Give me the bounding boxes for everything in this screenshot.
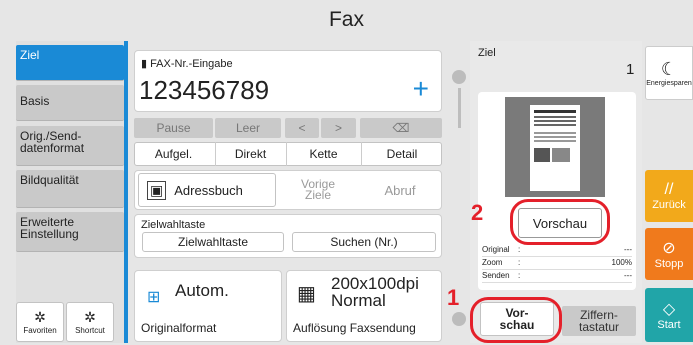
detail-label: Detail (386, 147, 418, 161)
leer-button[interactable]: Leer (215, 118, 281, 138)
ziffern-tastatur-label: Ziffern- tastatur (578, 308, 620, 334)
scroll-down-button[interactable] (452, 312, 466, 326)
vorige-ziele-label: Vorige Ziele (300, 177, 336, 202)
aufloesung-label: Auflösung Faxsendung (293, 321, 416, 335)
info-row-original: Original: --- (482, 244, 632, 257)
fax-number-value: 123456789 (139, 75, 270, 105)
stopp-label: Stopp (654, 258, 684, 270)
favoriten-label: Favoriten (23, 326, 57, 335)
originalformat-value: Autom. (175, 281, 229, 300)
destination-count: 1 (626, 61, 635, 78)
aufloesung-card[interactable]: ▦ 200x100dpi Normal Auflösung Faxsendung (286, 270, 442, 342)
moon-icon: ☾ (660, 59, 678, 79)
page-title: Fax (0, 0, 693, 40)
aufgel-label: Aufgel. (154, 147, 193, 161)
add-icon[interactable]: + (413, 75, 429, 103)
pause-label: Pause (156, 121, 191, 135)
cursor-left-button[interactable]: < (285, 118, 319, 138)
info-value: --- (624, 245, 632, 254)
abruf-button[interactable]: Abruf (362, 173, 438, 207)
pause-button[interactable]: Pause (134, 118, 213, 138)
resolution-icon: ▦ (297, 283, 316, 305)
stop-icon: ⊘ (662, 240, 676, 257)
info-row-senden: Senden: --- (482, 270, 632, 283)
fax-icon: ▮ (141, 58, 148, 70)
tab-basis[interactable]: Basis (16, 85, 124, 121)
favoriten-button[interactable]: ✲ Favoriten (16, 302, 64, 342)
scrollbar-thumb[interactable] (458, 88, 461, 128)
tab-label: Bildqualität (20, 173, 79, 187)
info-key: Original (482, 245, 510, 254)
tab-label: Ziel (20, 48, 40, 62)
info-key: Senden (482, 271, 510, 280)
reset-icon: // (664, 181, 674, 198)
direkt-button[interactable]: Direkt (215, 142, 285, 166)
zielwahltaste-button[interactable]: Zielwahltaste (142, 232, 284, 252)
preview-page-thumbnail (530, 105, 580, 191)
fax-input-heading: ▮ FAX-Nr.-Eingabe (141, 57, 233, 71)
detail-button[interactable]: Detail (361, 142, 442, 166)
scroll-up-button[interactable] (452, 70, 466, 84)
original-size-icon: ⊞ (147, 289, 161, 306)
gear-star-icon: ✲ (34, 309, 46, 325)
callout-number-1: 1 (447, 285, 460, 310)
title-text: Fax (328, 8, 364, 31)
zurueck-button[interactable]: // Zurück (645, 170, 693, 222)
zielwahltaste-label: Zielwahltaste (177, 235, 249, 249)
suchen-nr-button[interactable]: Suchen (Nr.) (292, 232, 436, 252)
chevron-right-icon: > (334, 121, 342, 135)
originalformat-card[interactable]: ⊞ Autom. Originalformat (134, 270, 282, 342)
shortcut-button[interactable]: ✲ Shortcut (66, 302, 114, 342)
abruf-label: Abruf (384, 182, 416, 198)
delete-button[interactable]: ⌫ (360, 118, 442, 138)
info-row-zoom: Zoom:100% (482, 257, 632, 270)
ziffern-tastatur-button[interactable]: Ziffern- tastatur (562, 306, 636, 336)
chevron-left-icon: < (298, 121, 306, 135)
originalformat-label: Originalformat (141, 321, 217, 335)
callout-ring-vor-schau (470, 297, 562, 343)
preview-page-bg (505, 97, 605, 197)
adressbuch-button[interactable]: ▣ Adressbuch (138, 173, 276, 207)
address-book-icon: ▣ (147, 180, 167, 200)
kette-label: Kette (309, 147, 338, 161)
tab-erweiterte[interactable]: Erweiterte Einstellung (16, 212, 124, 252)
info-key: Zoom (482, 258, 503, 267)
leer-label: Leer (235, 121, 261, 135)
start-label: Start (657, 319, 681, 331)
gear-plus-icon: ✲ (84, 309, 96, 325)
zurueck-label: Zurück (652, 199, 686, 211)
energiesparen-button[interactable]: ☾ Energiesparen (645, 46, 693, 100)
preview-info-table: Original: --- Zoom:100% Senden: --- (482, 244, 632, 283)
info-value: 100% (611, 258, 632, 267)
suchen-nr-label: Suchen (Nr.) (330, 235, 398, 249)
info-value: --- (624, 271, 632, 280)
zielwahl-heading: Zielwahltaste (141, 219, 206, 231)
shortcut-label: Shortcut (75, 326, 105, 335)
aufloesung-value: 200x100dpi Normal (331, 274, 419, 310)
start-button[interactable]: ◇ Start (645, 288, 693, 342)
callout-number-2: 2 (471, 200, 484, 225)
preview-heading: Ziel (478, 47, 496, 59)
tab-bildqualitaet[interactable]: Bildqualität (16, 170, 124, 208)
adressbuch-label: Adressbuch (174, 182, 243, 198)
backspace-icon: ⌫ (392, 121, 410, 135)
accent-bar (124, 41, 128, 343)
tab-label: Basis (20, 94, 50, 108)
stopp-button[interactable]: ⊘ Stopp (645, 228, 693, 280)
fax-number-card[interactable]: ▮ FAX-Nr.-Eingabe 123456789 + (134, 50, 442, 112)
vorige-ziele-button[interactable]: Vorige Ziele (283, 173, 353, 207)
tab-orig-send[interactable]: Orig./Send- datenformat (16, 126, 124, 166)
fax-input-heading-text: FAX-Nr.-Eingabe (150, 57, 233, 70)
callout-ring-vorschau (510, 199, 610, 245)
cursor-right-button[interactable]: > (321, 118, 356, 138)
start-icon: ◇ (662, 301, 676, 318)
tab-label: Orig./Send- datenformat (20, 129, 85, 155)
tab-label: Erweiterte Einstellung (20, 215, 79, 241)
tab-ziel[interactable]: Ziel (16, 45, 124, 81)
aufgel-button[interactable]: Aufgel. (134, 142, 213, 166)
energiesparen-label: Energiesparen (646, 80, 692, 87)
direkt-label: Direkt (234, 147, 267, 161)
kette-button[interactable]: Kette (286, 142, 360, 166)
